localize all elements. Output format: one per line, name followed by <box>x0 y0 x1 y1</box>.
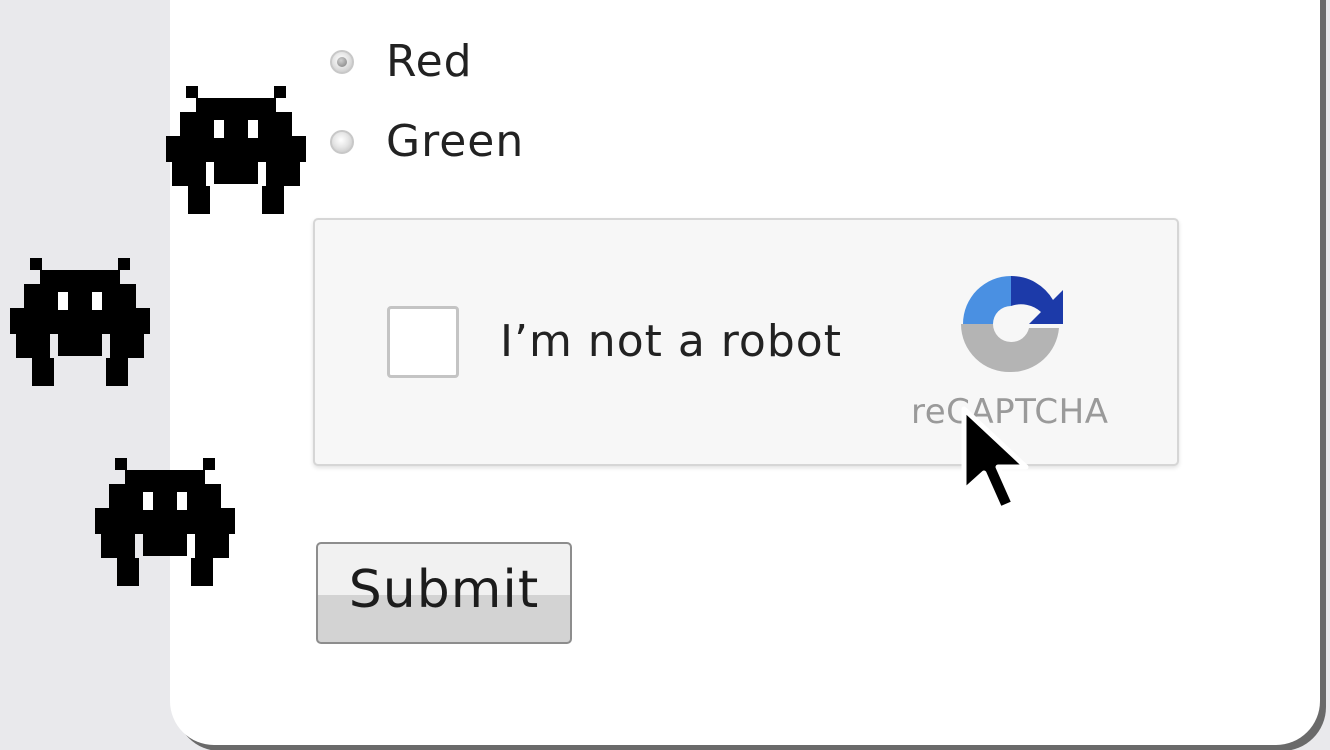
recaptcha-checkbox[interactable] <box>387 306 459 378</box>
radio-option-green[interactable]: Green <box>330 116 524 167</box>
space-invader-icon <box>95 458 235 586</box>
radio-label-red: Red <box>386 36 473 87</box>
recaptcha-widget: I’m not a robot reCAPTCHA <box>313 218 1179 466</box>
radio-label-green: Green <box>386 116 525 167</box>
radio-button-red[interactable] <box>330 49 354 74</box>
recaptcha-logo-icon <box>961 275 1063 373</box>
mouse-pointer-icon <box>961 406 1029 512</box>
space-invader-icon <box>166 86 306 214</box>
submit-button[interactable]: Submit <box>316 542 572 644</box>
radio-button-green[interactable] <box>330 129 354 154</box>
radio-option-red[interactable]: Red <box>330 36 473 87</box>
space-invader-icon <box>10 258 150 386</box>
recaptcha-label: I’m not a robot <box>500 316 842 367</box>
